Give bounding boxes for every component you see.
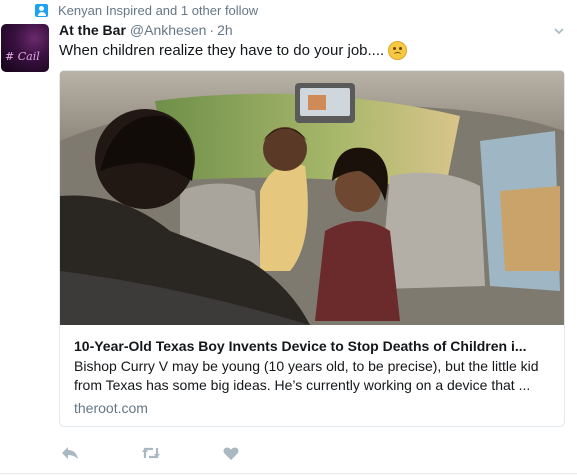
tweet-text: When children realize they have to do yo…	[59, 41, 408, 60]
like-icon[interactable]	[221, 443, 241, 463]
avatar-signature: # Cail	[5, 50, 40, 63]
disappointed-face-icon	[388, 41, 408, 60]
divider	[0, 473, 577, 474]
tweet-header: At the Bar @Ankhesen · 2h	[59, 22, 233, 38]
tweet-actions	[59, 443, 241, 463]
social-context-text: Kenyan Inspired and 1 other follow	[58, 2, 259, 18]
card-description: Bishop Curry V may be young (10 years ol…	[74, 358, 539, 393]
avatar[interactable]: # Cail	[1, 24, 49, 72]
reply-icon[interactable]	[60, 443, 80, 463]
tweet-body: When children realize they have to do yo…	[59, 42, 385, 59]
chevron-down-icon[interactable]	[554, 26, 564, 36]
person-icon	[35, 3, 48, 17]
card-domain[interactable]: theroot.com	[74, 400, 148, 416]
separator-dot: ·	[209, 22, 215, 38]
link-card[interactable]: 10-Year-Old Texas Boy Invents Device to …	[59, 70, 565, 427]
retweet-icon[interactable]	[141, 443, 161, 463]
author-name[interactable]: At the Bar	[59, 22, 126, 38]
card-title[interactable]: 10-Year-Old Texas Boy Invents Device to …	[74, 338, 554, 354]
social-context[interactable]: Kenyan Inspired and 1 other follow	[35, 2, 258, 18]
author-handle[interactable]: @Ankhesen	[130, 22, 206, 38]
tweet-timestamp[interactable]: 2h	[217, 22, 233, 38]
card-image[interactable]	[60, 71, 564, 325]
